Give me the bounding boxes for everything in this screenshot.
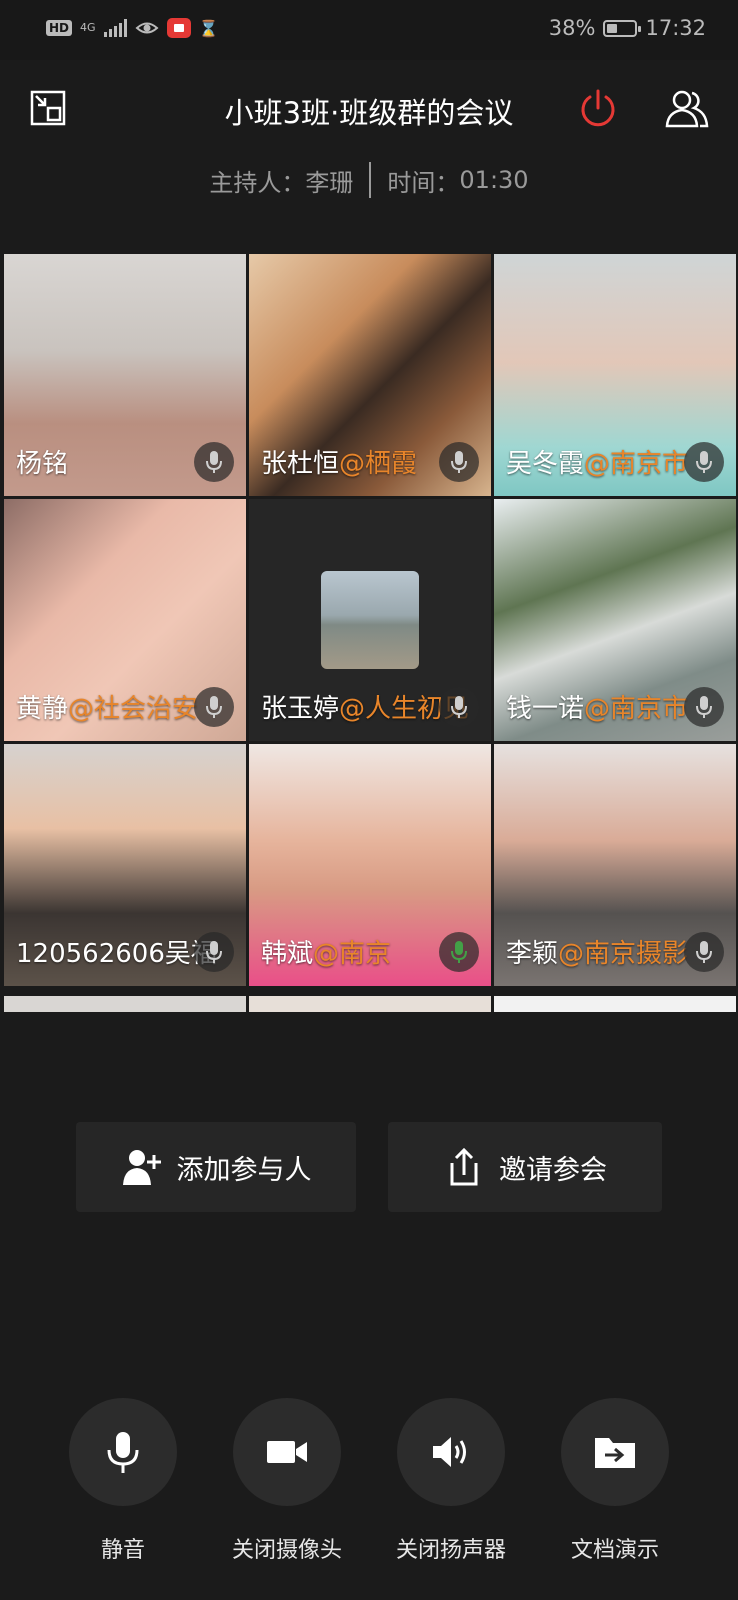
elapsed-time: 01:30 (459, 166, 529, 194)
participant-tile[interactable]: 张玉婷@人生初见 (249, 499, 491, 741)
share-icon (450, 1147, 478, 1186)
meeting-title: 小班3班·班级群的会议 (224, 96, 514, 130)
meeting-info: 主持人： 李珊 时间： 01:30 (0, 162, 738, 198)
folder-share-icon (595, 1438, 635, 1468)
status-left: HD 4G ⌛ (46, 18, 218, 38)
participant-display-name: 张玉婷 (261, 694, 340, 724)
participant-display-name: 张杜恒 (261, 449, 340, 479)
participant-mic-icon (439, 442, 479, 482)
tile-partial (4, 996, 246, 1012)
tile-partial (494, 996, 736, 1012)
host-label: 主持人： (209, 168, 306, 197)
doc-share-button[interactable] (561, 1398, 669, 1506)
participants-icon[interactable] (664, 88, 710, 128)
signal-icon (103, 19, 127, 37)
tile-partial (249, 996, 491, 1012)
camera-control[interactable]: 关闭摄像头 (232, 1398, 342, 1563)
participant-mic-icon (684, 687, 724, 727)
divider (369, 162, 372, 198)
mute-control[interactable]: 静音 (69, 1398, 177, 1563)
participant-tile[interactable]: 韩斌@南京 (249, 744, 491, 986)
status-right: 38% 17:32 (549, 16, 706, 40)
video-grid[interactable]: 杨铭 张杜恒@栖霞 吴冬霞@南京市 黄静@社会治安 张玉婷@人生初见 钱一诺@南京市 120… (4, 254, 738, 1012)
participant-org: @栖霞 (339, 449, 418, 479)
power-icon[interactable] (578, 88, 618, 128)
video-camera-icon (267, 1441, 307, 1463)
participant-display-name: 黄静 (16, 694, 69, 724)
invite-button[interactable]: 邀请参会 (388, 1122, 662, 1212)
add-participant-button[interactable]: 添加参与人 (76, 1122, 356, 1212)
participant-mic-icon (439, 932, 479, 972)
speaker-off-button[interactable] (397, 1398, 505, 1506)
participant-tile[interactable]: 黄静@社会治安 (4, 499, 246, 741)
clock: 17:32 (645, 16, 706, 40)
hd-badge: HD (46, 20, 73, 36)
participant-display-name: 李颖 (506, 939, 559, 969)
mute-label: 静音 (100, 1538, 145, 1563)
host-name: 李珊 (305, 168, 354, 197)
participant-org: @南京 (313, 939, 392, 969)
avatar (321, 571, 419, 669)
participant-tile[interactable]: 李颖@南京摄影 (494, 744, 736, 986)
add-participant-label: 添加参与人 (176, 1154, 312, 1186)
speaker-icon (433, 1437, 466, 1467)
participant-mic-icon (684, 442, 724, 482)
participant-mic-icon (194, 442, 234, 482)
recording-icon (166, 18, 191, 38)
speaker-off-label: 关闭扬声器 (395, 1538, 506, 1563)
speaker-control[interactable]: 关闭扬声器 (396, 1398, 506, 1563)
participant-tile[interactable]: 杨铭 (4, 254, 246, 496)
network-label: 4G (80, 21, 96, 34)
camera-off-button[interactable] (233, 1398, 341, 1506)
meeting-header: 小班3班·班级群的会议 主持人： 李珊 时间： 01:30 (0, 60, 738, 240)
participant-mic-icon (439, 687, 479, 727)
add-person-icon (122, 1150, 161, 1185)
participant-mic-icon (684, 932, 724, 972)
participant-org: @南京市 (584, 694, 689, 724)
participant-org: @社会治安 (68, 694, 199, 724)
participant-mic-icon (194, 687, 234, 727)
battery-icon (603, 19, 642, 37)
camera-off-label: 关闭摄像头 (231, 1538, 342, 1563)
time-label: 时间： (387, 168, 460, 197)
participant-tile[interactable]: 钱一诺@南京市 (494, 499, 736, 741)
participant-tile[interactable]: 吴冬霞@南京市 (494, 254, 736, 496)
participant-org: @南京市 (584, 449, 689, 479)
participant-display-name: 杨铭 (16, 449, 69, 479)
status-bar: HD 4G ⌛ 38% 17:32 (0, 0, 738, 60)
participant-tile[interactable]: 张杜恒@栖霞 (249, 254, 491, 496)
participant-display-name: 韩斌 (261, 939, 314, 969)
doc-share-control[interactable]: 文档演示 (561, 1398, 669, 1563)
battery-percent: 38% (548, 16, 596, 40)
invite-label: 邀请参会 (499, 1154, 607, 1186)
participant-display-name: 120562606吴福 (16, 939, 217, 969)
doc-share-label: 文档演示 (570, 1538, 659, 1563)
participant-tile[interactable]: 120562606吴福 (4, 744, 246, 986)
participant-display-name: 钱一诺 (506, 694, 585, 724)
participant-org: @南京摄影 (558, 939, 689, 969)
eye-icon (135, 22, 159, 34)
mute-button[interactable] (69, 1398, 177, 1506)
hourglass-icon: ⌛ (198, 18, 219, 38)
participant-display-name: 吴冬霞 (506, 449, 585, 479)
participant-mic-icon (194, 932, 234, 972)
microphone-icon (107, 1432, 139, 1473)
